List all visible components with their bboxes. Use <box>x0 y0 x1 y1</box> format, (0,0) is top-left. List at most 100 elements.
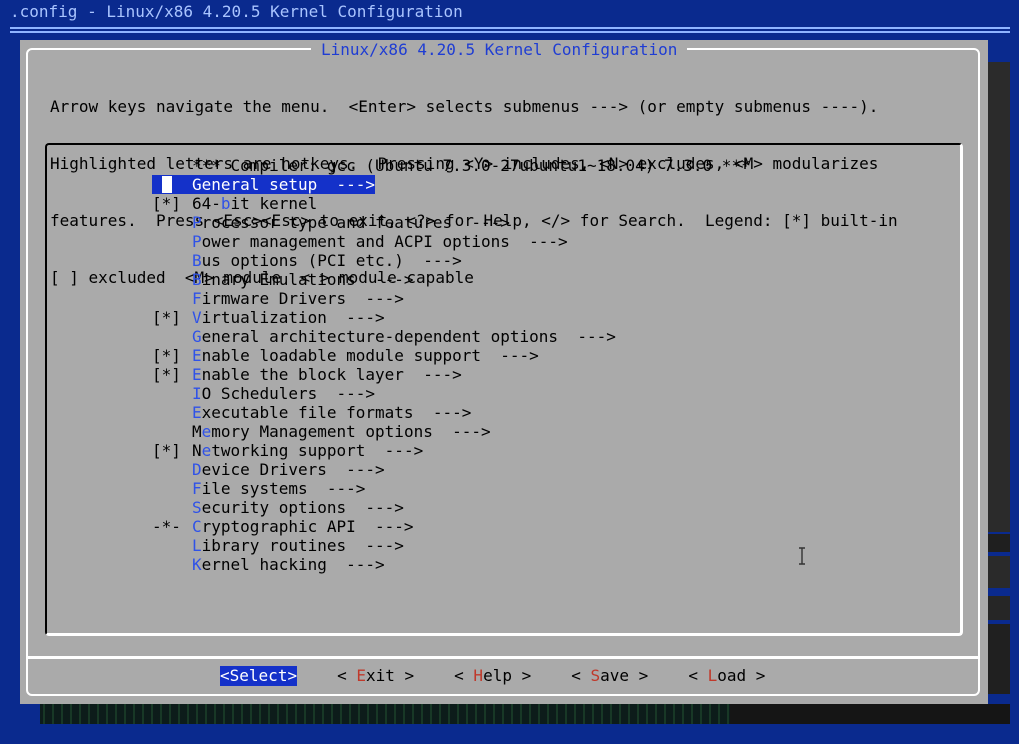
menu-item[interactable]: Power management and ACPI options ---> <box>152 232 751 251</box>
menu-item-mark <box>152 479 192 498</box>
button-rest: ave > <box>600 666 649 685</box>
menu-item-label: File systems ---> <box>192 479 365 498</box>
hotkey-letter: D <box>192 460 202 479</box>
label-rest: ile systems ---> <box>201 479 366 498</box>
menu-item-mark <box>152 327 192 346</box>
button-gap <box>414 666 454 686</box>
menu-item-label: IO Schedulers ---> <box>192 384 375 403</box>
background-terminal <box>730 704 1010 724</box>
menu-item-label: Bus options (PCI etc.) ---> <box>192 251 462 270</box>
hotkey-letter: E <box>192 346 202 365</box>
button-rest: xit > <box>365 666 415 685</box>
label-rest: nable the block layer ---> <box>201 365 462 384</box>
hotkey-letter: E <box>192 403 202 422</box>
compiler-info: *** Compiler: gcc (Ubuntu 7.3.0-27ubuntu… <box>192 156 751 175</box>
window-title: .config - Linux/x86 4.20.5 Kernel Config… <box>10 2 463 21</box>
background-terminal <box>988 556 1010 588</box>
menu-list: *** Compiler: gcc (Ubuntu 7.3.0-27ubuntu… <box>152 156 751 574</box>
button-rest: elp > <box>483 666 532 685</box>
menu-item[interactable]: [*] Enable loadable module support ---> <box>152 346 751 365</box>
label-rest: eneral setup ---> <box>201 175 376 194</box>
hotkey-letter: L <box>192 536 202 555</box>
menu-item[interactable]: Memory Management options ---> <box>152 422 751 441</box>
menu-item[interactable]: File systems ---> <box>152 479 751 498</box>
title-underline <box>10 27 1010 29</box>
menu-item-label: Cryptographic API ---> <box>192 517 414 536</box>
menu-header: *** Compiler: gcc (Ubuntu 7.3.0-27ubuntu… <box>152 156 751 175</box>
menu-item-label: 64-bit kernel <box>192 194 317 213</box>
label-rest: xecutable file formats ---> <box>201 403 472 422</box>
menu-item[interactable]: Executable file formats ---> <box>152 403 751 422</box>
menu-item[interactable]: [*] 64-bit kernel <box>152 194 751 213</box>
label-rest: O Schedulers ---> <box>201 384 376 403</box>
help-button[interactable]: < Help > <box>454 666 531 686</box>
menu-item[interactable]: Kernel hacking ---> <box>152 555 751 574</box>
button-prefix: < <box>688 666 708 685</box>
menu-item-label: Executable file formats ---> <box>192 403 471 422</box>
hotkey-letter: K <box>192 555 202 574</box>
help-line: Arrow keys navigate the menu. <Enter> se… <box>50 97 879 116</box>
menu-item[interactable]: Security options ---> <box>152 498 751 517</box>
menu-item-mark: [*] <box>152 441 181 460</box>
menu-item[interactable]: Bus options (PCI etc.) ---> <box>152 251 751 270</box>
exit-button[interactable]: < Exit > <box>337 666 414 686</box>
hotkey-letter: F <box>192 479 202 498</box>
label-prefix: 64- <box>192 194 221 213</box>
menu-item-label: Memory Management options ---> <box>192 422 491 441</box>
background-terminal <box>988 624 1010 694</box>
menu-item-mark <box>152 536 192 555</box>
menu-item[interactable]: Binary Emulations ---> <box>152 270 751 289</box>
select-button[interactable]: <Select> <box>220 666 298 686</box>
menu-item-label: Enable loadable module support ---> <box>192 346 539 365</box>
title-underline-2 <box>10 31 1010 33</box>
menu-item-label: Security options ---> <box>192 498 404 517</box>
menu-item-mark <box>152 460 192 479</box>
button-gap <box>297 666 337 686</box>
menu-item[interactable]: General setup ---> <box>152 175 751 194</box>
hotkey-letter: P <box>192 213 202 232</box>
label-rest: nable loadable module support ---> <box>201 346 539 365</box>
kernel-config-dialog: Linux/x86 4.20.5 Kernel Configuration Ar… <box>20 40 988 704</box>
load-button[interactable]: < Load > <box>688 666 765 686</box>
menu-item[interactable]: [*] Virtualization ---> <box>152 308 751 327</box>
menu-item-label: Enable the block layer ---> <box>192 365 462 384</box>
background-terminal-text <box>40 704 730 724</box>
menu-item[interactable]: -*- Cryptographic API ---> <box>152 517 751 536</box>
menu-item[interactable]: Library routines ---> <box>152 536 751 555</box>
label-rest: rocessor type and features ---> <box>201 213 510 232</box>
menu-item-label: General setup ---> <box>192 175 376 194</box>
menu-item-mark <box>152 555 192 574</box>
menu-item-mark <box>152 175 192 194</box>
menu-item-mark <box>152 498 192 517</box>
label-prefix: M <box>192 422 202 441</box>
menu-item[interactable]: [*] Networking support ---> <box>152 441 751 460</box>
label-rest: ernel hacking ---> <box>201 555 385 574</box>
dialog-separator <box>26 656 980 659</box>
label-rest: mory Management options ---> <box>211 422 491 441</box>
menu-item[interactable]: Device Drivers ---> <box>152 460 751 479</box>
hotkey-letter: V <box>192 308 202 327</box>
button-hotkey: S <box>590 666 601 685</box>
label-rest: us options (PCI etc.) ---> <box>201 251 462 270</box>
button-rest: oad > <box>717 666 766 685</box>
menu-item[interactable]: Processor type and features ---> <box>152 213 751 232</box>
menu-item-label: Binary Emulations ---> <box>192 270 414 289</box>
menu-item[interactable]: IO Schedulers ---> <box>152 384 751 403</box>
label-rest: ecurity options ---> <box>201 498 404 517</box>
menu-item-label: Kernel hacking ---> <box>192 555 385 574</box>
label-rest: ower management and ACPI options ---> <box>201 232 568 251</box>
menu-item-label: Device Drivers ---> <box>192 460 385 479</box>
dialog-title: Linux/x86 4.20.5 Kernel Configuration <box>311 40 688 60</box>
save-button[interactable]: < Save > <box>571 666 648 686</box>
label-rest: inary Emulations ---> <box>201 270 414 289</box>
hotkey-letter: e <box>201 441 212 460</box>
hotkey-letter: E <box>192 365 202 384</box>
menu-item[interactable]: [*] Enable the block layer ---> <box>152 365 751 384</box>
menu-item-mark <box>152 384 192 403</box>
menu-item[interactable]: General architecture-dependent options -… <box>152 327 751 346</box>
menu-item[interactable]: Firmware Drivers ---> <box>152 289 751 308</box>
button-hotkey: H <box>473 666 484 685</box>
button-gap <box>648 666 688 686</box>
hotkey-letter: e <box>201 422 212 441</box>
menu-item-mark <box>152 232 192 251</box>
